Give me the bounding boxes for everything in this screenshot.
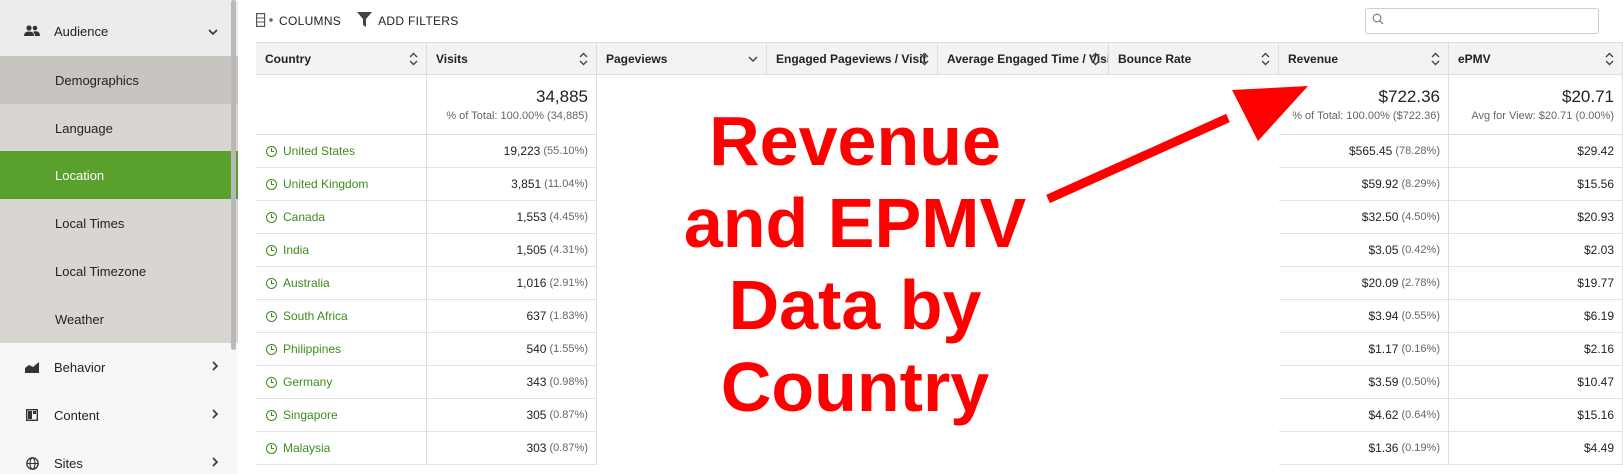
annotation-line: and EPMV <box>683 184 1027 262</box>
annotation-line: Revenue <box>709 102 1001 180</box>
annotation-text: Revenue and EPMV Data by Country <box>650 100 1060 428</box>
app-root: Audience Demographics Language Location … <box>0 0 1623 474</box>
annotation-line: Country <box>720 348 990 426</box>
annotation-line: Data by <box>728 266 982 344</box>
